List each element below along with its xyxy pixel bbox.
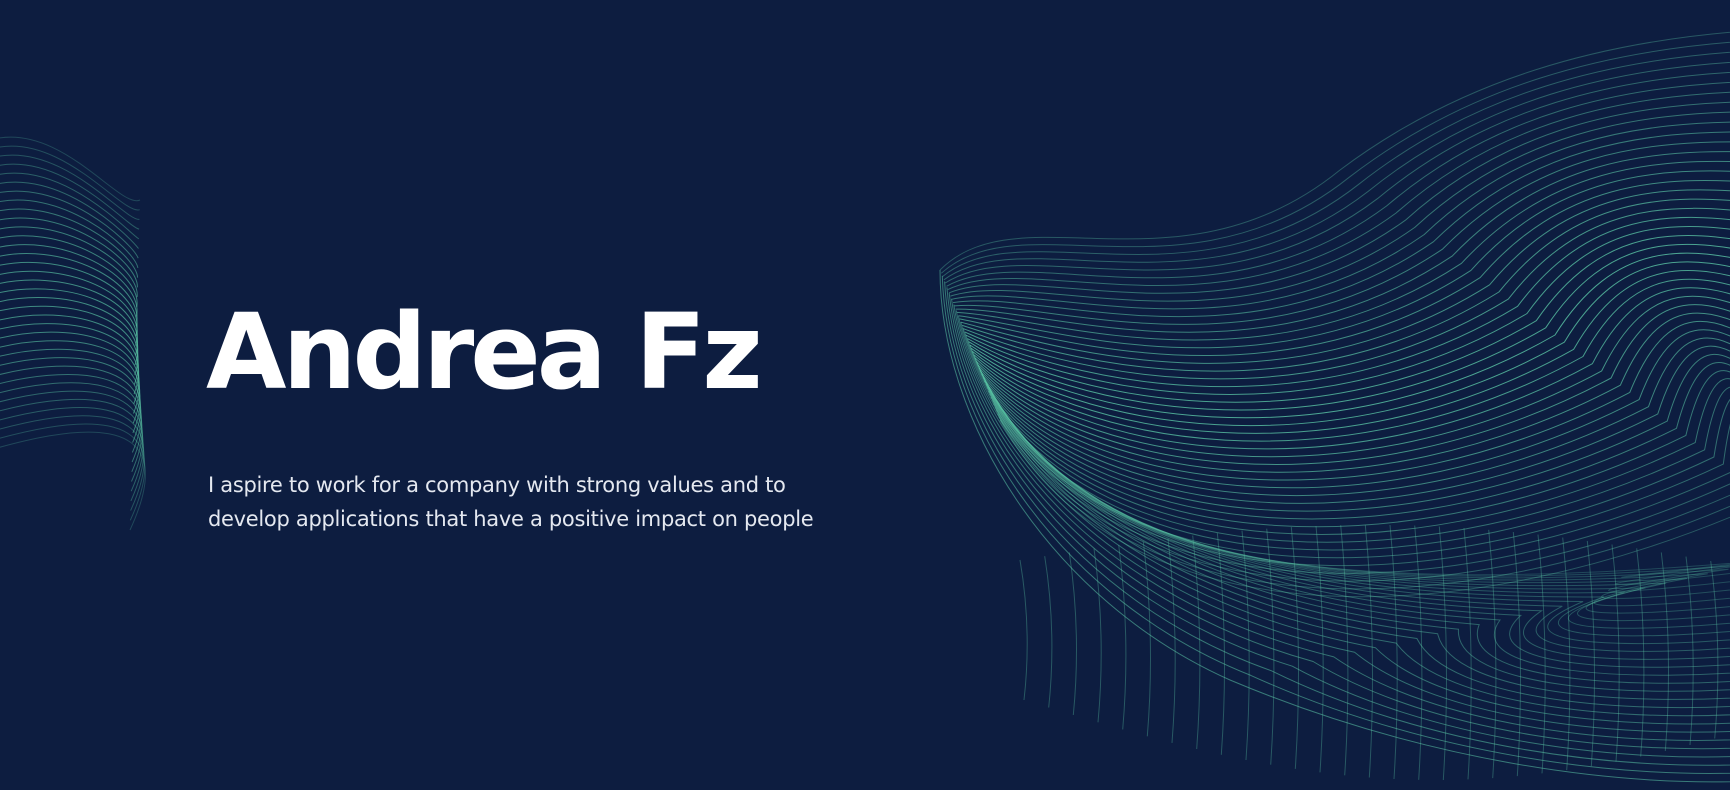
wave-line	[0, 407, 145, 502]
wave-line	[994, 408, 1730, 592]
wave-line	[0, 382, 143, 472]
wave-line	[1364, 524, 1373, 778]
wave-line	[943, 61, 1730, 281]
wave-line	[1068, 552, 1077, 716]
hero-tagline: I aspire to work for a company with stro…	[208, 468, 908, 536]
wave-line	[1093, 548, 1102, 723]
wave-line	[948, 101, 1730, 294]
hero-name: Andrea Fz	[206, 291, 763, 413]
wave-line	[0, 297, 139, 375]
wave-line	[0, 226, 138, 298]
wave-line	[1438, 526, 1447, 781]
wave-line	[969, 252, 1730, 419]
wave-line	[0, 190, 139, 259]
wave-line	[955, 151, 1730, 333]
wave-line	[0, 172, 140, 240]
wave-line	[978, 312, 1730, 473]
wave-line	[0, 340, 141, 424]
wave-line	[0, 331, 140, 414]
wave-line	[950, 111, 1730, 302]
wave-line	[963, 207, 1730, 380]
wave-line	[1142, 541, 1151, 737]
hero-tagline-line2: develop applications that have a positiv…	[208, 507, 814, 531]
wave-line	[1315, 525, 1324, 773]
wave-line	[980, 320, 1730, 481]
wave-line	[939, 31, 1730, 271]
wave-line	[1216, 532, 1225, 755]
wave-line	[976, 295, 1730, 458]
wave-line	[958, 170, 1730, 349]
wave-line	[0, 431, 146, 531]
wave-line	[944, 281, 1730, 766]
wave-line	[0, 398, 144, 492]
wave-line	[0, 305, 139, 385]
wave-line	[1044, 556, 1053, 708]
right-wave-decoration	[939, 31, 1730, 783]
wave-line	[946, 81, 1730, 287]
wave-line	[0, 217, 138, 288]
wave-line	[954, 141, 1730, 325]
wave-line	[1537, 534, 1546, 774]
wave-line	[974, 287, 1730, 450]
hero-tagline-line1: I aspire to work for a company with stro…	[208, 473, 786, 497]
wave-line	[977, 304, 1730, 465]
wave-line	[1019, 559, 1028, 701]
wave-line	[940, 41, 1730, 274]
wave-line	[1167, 538, 1176, 743]
wave-line	[0, 390, 144, 482]
wave-line	[952, 131, 1730, 318]
wave-line	[948, 293, 1730, 750]
hero-section: Andrea Fz I aspire to work for a company…	[0, 0, 1730, 790]
wave-line	[1414, 525, 1423, 780]
